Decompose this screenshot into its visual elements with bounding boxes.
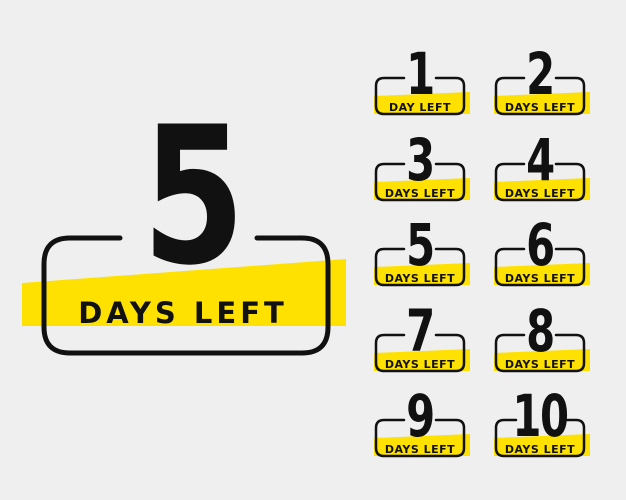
badge-number: 2	[526, 40, 555, 108]
badge-number: 4	[526, 126, 555, 194]
featured-number: 5	[142, 86, 245, 307]
badge-number: 7	[406, 297, 435, 365]
badge-label: DAYS LEFT	[504, 358, 576, 371]
badge-label: DAYS LEFT	[504, 272, 576, 285]
badge-number: 6	[526, 211, 555, 279]
badge-number: 5	[406, 211, 435, 279]
badge-3: 3 DAYS LEFT	[370, 130, 470, 208]
badge-number: 9	[406, 382, 435, 450]
badge-number: 3	[406, 126, 435, 194]
badge-label: DAYS LEFT	[384, 272, 456, 285]
badge-2: 2 DAYS LEFT	[490, 44, 590, 122]
badge-10: 10 DAYS LEFT	[490, 386, 590, 464]
badge-label: DAYS LEFT	[384, 443, 456, 456]
badge-6: 6 DAYS LEFT	[490, 215, 590, 293]
featured-label: DAYS LEFT	[78, 296, 288, 330]
badge-4: 4 DAYS LEFT	[490, 130, 590, 208]
badge-7: 7 DAYS LEFT	[370, 301, 470, 379]
badge-label: DAYS LEFT	[384, 187, 456, 200]
badge-number: 1	[406, 40, 435, 108]
badge-label: DAYS LEFT	[384, 358, 456, 371]
badge-label: DAYS LEFT	[504, 443, 576, 456]
badge-label: DAY LEFT	[389, 101, 451, 114]
badge-number: 10	[512, 382, 569, 450]
badge-1: 1 DAY LEFT	[370, 44, 470, 122]
badge-label: DAYS LEFT	[504, 101, 576, 114]
badge-9: 9 DAYS LEFT	[370, 386, 470, 464]
badge-8: 8 DAYS LEFT	[490, 301, 590, 379]
days-left-sheet: 5 DAYS LEFT 1 DAY LEFT 2 DAYS LEFT 3 DAY…	[0, 0, 626, 500]
badge-number: 8	[526, 297, 555, 365]
badge-5: 5 DAYS LEFT	[370, 215, 470, 293]
badge-label: DAYS LEFT	[504, 187, 576, 200]
